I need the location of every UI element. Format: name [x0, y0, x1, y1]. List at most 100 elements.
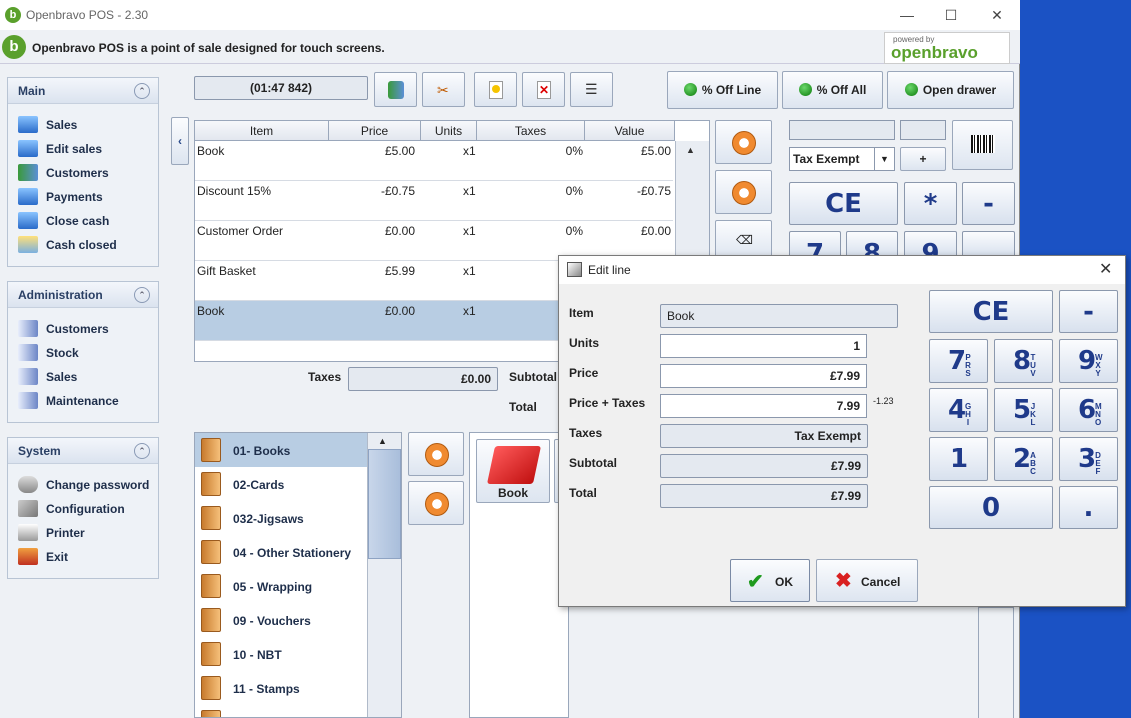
line-down-button[interactable] — [715, 170, 772, 214]
off-line-button[interactable]: % Off Line — [667, 71, 778, 109]
price-taxes-input[interactable]: 7.99 — [660, 394, 867, 418]
key-9[interactable]: 9 — [904, 231, 957, 257]
menu-item-label: Stock — [46, 346, 79, 360]
menu-item-label: Change password — [46, 478, 150, 492]
tax-category-select[interactable]: Tax Exempt ▼ — [789, 147, 895, 171]
cancel-button[interactable]: ✖ Cancel — [816, 559, 918, 602]
dialog-key-8[interactable]: 8 TUV — [994, 339, 1053, 383]
taxes-label: Taxes — [308, 370, 342, 384]
off-line-label: % Off Line — [701, 83, 762, 97]
collapse-icon[interactable]: ⌃ — [134, 83, 150, 99]
new-document-icon — [489, 81, 503, 99]
delete-line-button[interactable]: ⌫ — [715, 220, 772, 260]
collapse-icon[interactable]: ⌃ — [134, 443, 150, 459]
line-up-button[interactable] — [715, 120, 772, 164]
window-title: Openbravo POS - 2.30 — [26, 8, 149, 22]
category-item[interactable]: 11 - Stamps — [195, 671, 367, 705]
delete-ticket-button[interactable]: ✕ — [522, 72, 565, 107]
column-header-units: Units — [421, 121, 477, 141]
dialog-key-9[interactable]: 9 WXY — [1059, 339, 1118, 383]
total-label: Total — [509, 400, 537, 414]
key-8[interactable]: 8 — [846, 231, 898, 257]
ce-key[interactable]: CE — [789, 182, 898, 225]
collapse-icon[interactable]: ⌃ — [134, 287, 150, 303]
dialog-key-1[interactable]: 1 — [929, 437, 988, 481]
arrow-up-icon — [732, 131, 756, 155]
open-drawer-button[interactable]: Open drawer — [887, 71, 1014, 109]
key-digit: 9 — [1078, 346, 1097, 376]
category-down-button[interactable] — [408, 481, 464, 525]
category-item[interactable]: 01- Books — [195, 433, 367, 467]
title-bar: b Openbravo POS - 2.30 — ☐ ✕ — [0, 0, 1020, 30]
category-item[interactable]: 032-Jigsaws — [195, 501, 367, 535]
minimize-button[interactable]: — — [892, 4, 922, 26]
column-header-taxes: Taxes — [477, 121, 585, 141]
dialog-minus-key[interactable]: - — [1059, 290, 1118, 333]
dialog-key-0[interactable]: 0 — [929, 486, 1053, 529]
keypad-blank-key[interactable] — [962, 231, 1015, 257]
close-window-button[interactable]: ✕ — [982, 4, 1012, 26]
cell-price: £5.00 — [384, 144, 415, 158]
main-menu-header[interactable]: Main ⌃ — [8, 78, 158, 104]
maximize-button[interactable]: ☐ — [936, 4, 966, 26]
key-letters: MNO — [1095, 402, 1102, 427]
off-all-button[interactable]: % Off All — [782, 71, 883, 109]
cell-price: -£0.75 — [380, 184, 415, 198]
scroll-up-icon[interactable]: ▲ — [378, 436, 387, 446]
green-dot-icon — [683, 83, 697, 96]
administration-menu-header[interactable]: Administration ⌃ — [8, 282, 158, 308]
table-row[interactable]: Discount 15% -£0.75 x1 0% -£0.75 — [195, 181, 673, 221]
off-all-label: % Off All — [816, 83, 867, 97]
category-item[interactable]: 09 - Vouchers — [195, 603, 367, 637]
price-input[interactable]: £7.99 — [660, 364, 867, 388]
new-ticket-button[interactable] — [474, 72, 517, 107]
cell-taxes: 0% — [565, 144, 583, 158]
split-ticket-button[interactable]: ✂ — [422, 72, 465, 107]
printer-icon — [18, 524, 38, 541]
scroll-up-icon[interactable]: ▲ — [686, 145, 695, 155]
category-item[interactable]: 10 - NBT — [195, 637, 367, 671]
dialog-key-4[interactable]: 4 GHI — [929, 388, 988, 432]
system-menu-header[interactable]: System ⌃ — [8, 438, 158, 464]
customer-button[interactable] — [374, 72, 417, 107]
plus-button[interactable]: + — [900, 147, 946, 171]
collapse-sidebar-button[interactable]: ‹ — [171, 117, 189, 165]
dialog-key-3[interactable]: 3 DEF — [1059, 437, 1118, 481]
ok-label: OK — [775, 575, 793, 589]
item-label: Item — [569, 306, 594, 320]
app-logo-icon: b — [2, 35, 26, 59]
category-item[interactable] — [195, 705, 367, 717]
units-input[interactable]: 1 — [660, 334, 867, 358]
users-icon — [18, 164, 38, 181]
dialog-decimal-key[interactable]: . — [1059, 486, 1118, 529]
ok-button[interactable]: ✔ OK — [730, 559, 810, 602]
category-item[interactable]: 02-Cards — [195, 467, 367, 501]
system-menu-panel: System ⌃ Change password Configuration Pr… — [7, 437, 159, 579]
product-label: Book — [498, 486, 528, 500]
dialog-close-button[interactable]: ✕ — [1099, 259, 1112, 279]
home-icon — [18, 548, 38, 565]
minus-key[interactable]: - — [962, 182, 1015, 225]
barcode-input[interactable] — [789, 120, 895, 140]
dialog-key-7[interactable]: 7 PRS — [929, 339, 988, 383]
category-item[interactable]: 05 - Wrapping — [195, 569, 367, 603]
system-menu-title: System — [18, 444, 61, 458]
product-item[interactable]: Book — [476, 439, 550, 503]
openbravo-logo: powered by openbravo — [884, 32, 1010, 64]
menu-item-label: Cash closed — [46, 238, 117, 252]
dialog-key-2[interactable]: 2 ABC — [994, 437, 1053, 481]
category-item[interactable]: 04 - Other Stationery — [195, 535, 367, 569]
category-up-button[interactable] — [408, 432, 464, 476]
dialog-key-5[interactable]: 5 JKL — [994, 388, 1053, 432]
dialog-key-6[interactable]: 6 MNO — [1059, 388, 1118, 432]
barcode-button[interactable] — [952, 120, 1013, 170]
table-row[interactable]: Book £5.00 x1 0% £5.00 — [195, 141, 673, 181]
key-7[interactable]: 7 — [789, 231, 841, 257]
quantity-input[interactable] — [900, 120, 946, 140]
ticket-list-button[interactable]: ☰ — [570, 72, 613, 107]
category-scrollbar[interactable]: ▲ — [367, 433, 401, 717]
total-value: £7.99 — [660, 484, 868, 508]
dialog-ce-key[interactable]: CE — [929, 290, 1053, 333]
scrollbar-thumb[interactable] — [368, 449, 401, 559]
multiply-key[interactable]: * — [904, 182, 957, 225]
